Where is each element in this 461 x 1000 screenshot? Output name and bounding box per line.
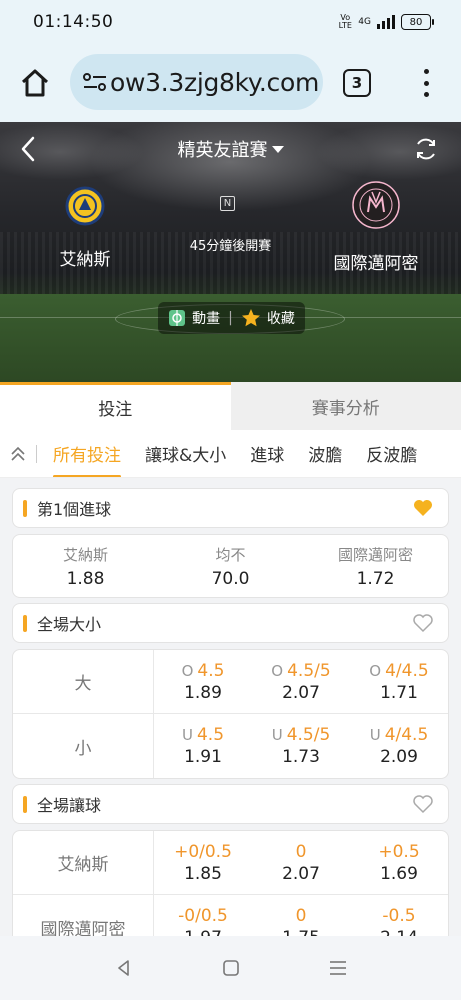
animation-button[interactable]: 動畫 (192, 308, 220, 328)
status-bar: 01:14:50 Vo LTE 4G 80 (0, 0, 461, 44)
odds-option[interactable]: +0.5 1.69 (350, 831, 448, 894)
odds-option[interactable]: O 4.5 1.89 (154, 650, 252, 713)
row-label: 大 (13, 650, 154, 713)
home-team: 艾納斯 (35, 186, 135, 270)
odds-option[interactable]: 0 2.07 (252, 831, 350, 894)
tab-match-analysis[interactable]: 賽事分析 (230, 382, 461, 430)
away-team-logo-icon (352, 181, 400, 229)
main-tabs: 投注 賽事分析 (0, 382, 461, 430)
tab-betting[interactable]: 投注 (0, 382, 231, 430)
market-filter-tabs: 所有投注 讓球&大小 進球 波膽 反波膽 (0, 430, 461, 478)
odds-option[interactable]: U 4.5/5 1.73 (252, 714, 350, 778)
nav-back-icon[interactable] (114, 958, 134, 978)
site-settings-icon[interactable] (82, 72, 108, 92)
odds-option[interactable]: O 4/4.5 1.71 (350, 650, 448, 713)
action-divider: | (228, 310, 233, 326)
match-header: 精英友誼賽 艾納斯 N 45分鐘後開賽 國際邁阿密 動畫 | 收藏 (0, 122, 461, 382)
row-label: 艾納斯 (13, 831, 154, 894)
chevron-down-icon (271, 146, 284, 153)
browser-toolbar: ow3.3zjg8ky.com 3 (0, 44, 461, 122)
match-actions: 動畫 | 收藏 (158, 302, 305, 334)
odds-option[interactable]: 國際邁阿密 1.72 (303, 535, 448, 597)
market-title: 第1個進球 (37, 500, 112, 519)
neutral-venue-badge: N (220, 196, 235, 211)
odds-option[interactable]: +0/0.5 1.85 (154, 831, 252, 894)
subtab-correct-score[interactable]: 波膽 (308, 441, 342, 466)
market-card-total: 大 O 4.5 1.89 O 4.5/5 2.07 O 4/4.5 1.71 小 U4… (12, 649, 449, 779)
network-type: 4G (358, 17, 371, 27)
table-row: 大 O 4.5 1.89 O 4.5/5 2.07 O 4/4.5 1.71 (13, 650, 448, 714)
away-team-name: 國際邁阿密 (333, 254, 419, 274)
subtab-reverse-correct-score[interactable]: 反波膽 (366, 441, 417, 466)
url-text[interactable]: ow3.3zjg8ky.com (110, 68, 319, 97)
table-row: 艾納斯 +0/0.5 1.85 0 2.07 +0.5 1.69 (13, 831, 448, 895)
battery-icon: 80 (401, 14, 434, 30)
status-time: 01:14:50 (33, 12, 114, 32)
volte-indicator: Vo LTE (338, 13, 352, 30)
odds-option[interactable]: U 4.5 1.91 (154, 714, 252, 778)
subtab-handicap-total[interactable]: 讓球&大小 (145, 441, 226, 466)
nav-home-icon[interactable] (221, 958, 241, 978)
table-row: 小 U 4.5 1.91 U 4.5/5 1.73 U 4/4.5 2.09 (13, 714, 448, 778)
battery-level: 80 (409, 16, 423, 28)
heart-filled-icon[interactable] (412, 497, 434, 519)
odds-option[interactable]: U 4/4.5 2.09 (350, 714, 448, 778)
refresh-icon[interactable] (413, 136, 439, 162)
odds-option[interactable]: 艾納斯 1.88 (13, 535, 158, 597)
league-title: 精英友誼賽 (177, 140, 268, 161)
subtab-goals[interactable]: 進球 (250, 441, 284, 466)
nav-recents-icon[interactable] (328, 958, 348, 978)
address-bar[interactable]: ow3.3zjg8ky.com (70, 54, 323, 110)
home-team-logo-icon (65, 186, 105, 226)
market-title: 全場讓球 (37, 796, 102, 815)
heart-outline-icon[interactable] (412, 612, 434, 634)
home-icon[interactable] (18, 66, 52, 100)
subtab-all-bets[interactable]: 所有投注 (53, 441, 121, 477)
favorite-button[interactable]: 收藏 (267, 308, 295, 328)
market-header-handicap[interactable]: 全場讓球 (12, 784, 449, 824)
market-card-first-goal: 艾納斯 1.88 均不 70.0 國際邁阿密 1.72 (12, 534, 449, 598)
heart-outline-icon[interactable] (412, 793, 434, 815)
market-header-first-goal[interactable]: 第1個進球 (12, 488, 449, 528)
animation-icon[interactable] (168, 309, 186, 327)
status-icons: Vo LTE 4G 80 (338, 13, 434, 30)
odds-option[interactable]: 均不 70.0 (158, 535, 303, 597)
double-chevron-up-icon (11, 446, 25, 461)
tab-switcher-button[interactable]: 3 (343, 69, 371, 97)
market-header-total[interactable]: 全場大小 (12, 603, 449, 643)
row-label: 小 (13, 714, 154, 778)
signal-icon (377, 15, 395, 29)
system-navigation-bar (0, 936, 461, 1000)
away-team: 國際邁阿密 (326, 180, 426, 274)
collapse-all-button[interactable] (0, 445, 36, 463)
market-title: 全場大小 (37, 615, 102, 634)
more-menu-icon[interactable] (418, 66, 434, 100)
odds-option[interactable]: O 4.5/5 2.07 (252, 650, 350, 713)
league-selector[interactable]: 精英友誼賽 (0, 136, 461, 162)
tab-count: 3 (351, 74, 363, 92)
star-icon[interactable] (241, 308, 261, 328)
